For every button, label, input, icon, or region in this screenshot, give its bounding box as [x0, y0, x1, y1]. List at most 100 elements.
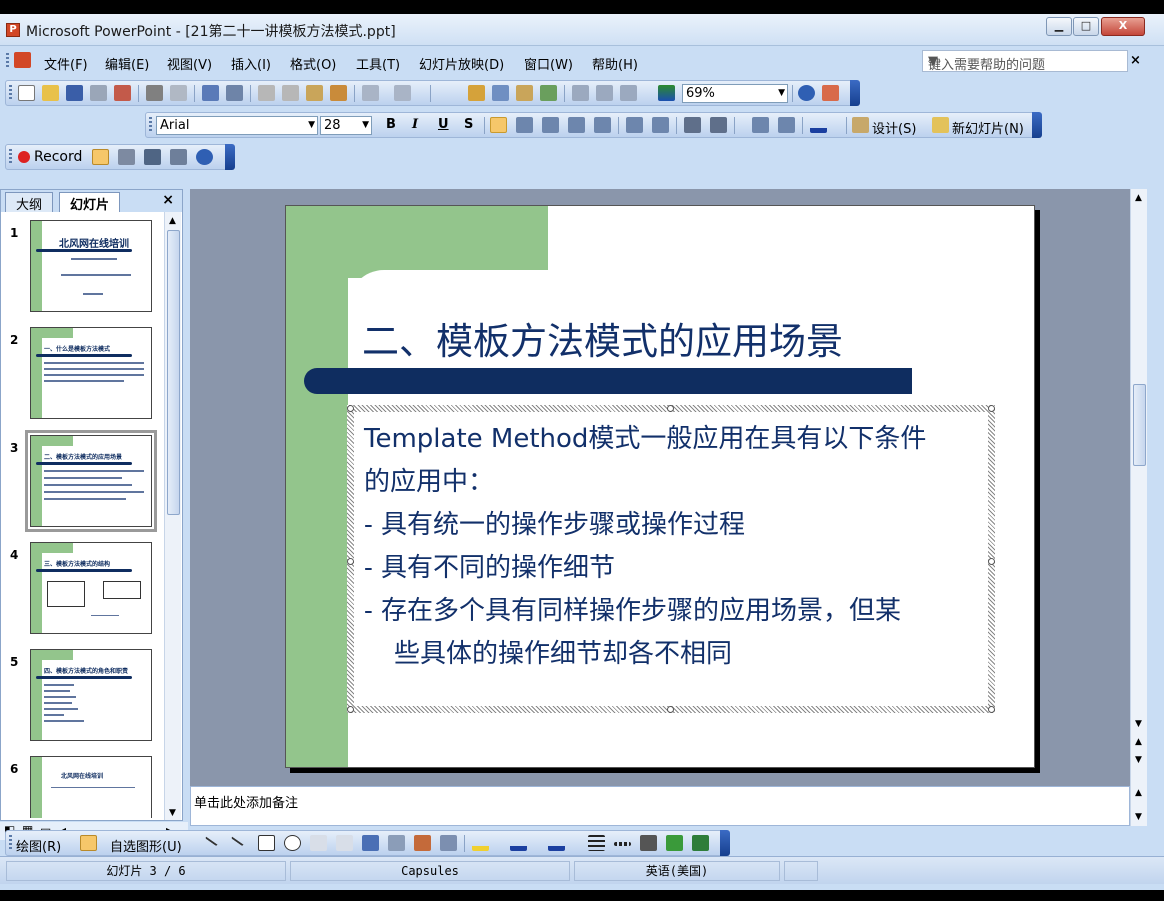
- minimize-button[interactable]: ▁: [1046, 17, 1072, 36]
- bullets-icon[interactable]: [652, 117, 669, 133]
- menu-edit[interactable]: 编辑(E): [105, 54, 149, 73]
- align-left-icon[interactable]: [490, 117, 507, 133]
- font-color-icon[interactable]: [548, 835, 565, 851]
- shadow-button[interactable]: S: [464, 117, 473, 132]
- resize-handle[interactable]: [347, 558, 354, 565]
- help-search-input[interactable]: 键入需要帮助的问题 ▼: [922, 50, 1128, 73]
- resize-handle[interactable]: [988, 558, 995, 565]
- text-box-icon[interactable]: [310, 835, 327, 851]
- rectangle-icon[interactable]: [258, 835, 275, 851]
- autoshapes-button[interactable]: 自选图形(U): [110, 836, 182, 855]
- slide-title[interactable]: 二、模板方法模式的应用场景: [362, 311, 843, 365]
- tables-borders-icon[interactable]: [516, 85, 533, 101]
- wordart-icon[interactable]: [362, 835, 379, 851]
- menu-file[interactable]: 文件(F): [44, 54, 88, 73]
- export-icon[interactable]: [170, 149, 187, 165]
- toolbar-grip[interactable]: [9, 149, 12, 165]
- scrollbar-thumb[interactable]: [1133, 384, 1146, 466]
- menu-tools[interactable]: 工具(T): [356, 54, 400, 73]
- slide-canvas[interactable]: 二、模板方法模式的应用场景 Template Method模式一般应用在具有以下…: [285, 205, 1035, 768]
- menu-insert[interactable]: 插入(I): [231, 54, 271, 73]
- show-grid-icon[interactable]: [620, 85, 637, 101]
- record-button[interactable]: Record: [34, 149, 82, 165]
- slide-body-textbox[interactable]: Template Method模式一般应用在具有以下条件 的应用中： - 具有统…: [347, 405, 995, 713]
- tab-outline[interactable]: 大纲: [5, 192, 54, 213]
- print-icon[interactable]: [146, 85, 163, 101]
- slide-thumbnail-3[interactable]: 二、模板方法模式的应用场景: [25, 430, 157, 532]
- open-icon[interactable]: [42, 85, 59, 101]
- menu-window[interactable]: 窗口(W): [524, 54, 573, 73]
- pen-icon[interactable]: [92, 149, 109, 165]
- notes-scrollbar[interactable]: ▲ ▼: [1130, 786, 1147, 826]
- color-grayscale-icon[interactable]: [658, 85, 675, 101]
- maximize-button[interactable]: □: [1073, 17, 1099, 36]
- resize-handle[interactable]: [347, 405, 354, 412]
- justify-icon[interactable]: [568, 117, 585, 133]
- scroll-down-icon[interactable]: ▼: [1135, 719, 1142, 729]
- slide-thumbnail-6[interactable]: 北风网在线培训: [30, 756, 152, 818]
- toolbar-options-icon[interactable]: [720, 830, 730, 856]
- toolbar-grip[interactable]: [9, 85, 12, 101]
- expand-all-icon[interactable]: [572, 85, 589, 101]
- slides-icon[interactable]: [144, 149, 161, 165]
- menu-format[interactable]: 格式(O): [290, 54, 336, 73]
- chevron-down-icon[interactable]: ▼: [308, 117, 315, 134]
- menu-view[interactable]: 视图(V): [167, 54, 212, 73]
- underline-button[interactable]: U: [438, 117, 449, 132]
- arrow-style-icon[interactable]: [640, 835, 657, 851]
- 3d-style-icon[interactable]: [692, 835, 709, 851]
- resize-handle[interactable]: [347, 706, 354, 713]
- close-document-button[interactable]: ×: [1130, 53, 1141, 68]
- format-painter-icon[interactable]: [330, 85, 347, 101]
- increase-indent-icon[interactable]: [778, 117, 795, 133]
- save-icon[interactable]: [66, 85, 83, 101]
- italic-button[interactable]: I: [412, 117, 418, 132]
- help-icon[interactable]: [798, 85, 815, 101]
- scrollbar-thumb[interactable]: [167, 230, 180, 515]
- slide-thumbnail-1[interactable]: 北风网在线培训: [30, 220, 152, 312]
- new-slide-button[interactable]: 新幻灯片(N): [952, 118, 1024, 137]
- clip-art-icon[interactable]: [414, 835, 431, 851]
- scroll-down-icon[interactable]: ▼: [1135, 812, 1142, 822]
- slide-body-text[interactable]: Template Method模式一般应用在具有以下条件 的应用中： - 具有统…: [364, 418, 984, 676]
- insert-chart-icon[interactable]: [468, 85, 485, 101]
- record-icon[interactable]: [18, 151, 30, 163]
- slide-thumbnail-4[interactable]: 三、模板方法模式的结构: [30, 542, 152, 634]
- research-icon[interactable]: [226, 85, 243, 101]
- print-preview-icon[interactable]: [170, 85, 187, 101]
- new-icon[interactable]: [18, 85, 35, 101]
- toolbar-grip[interactable]: [149, 117, 152, 133]
- spelling-icon[interactable]: [202, 85, 219, 101]
- shadow-style-icon[interactable]: [666, 835, 683, 851]
- resize-handle[interactable]: [988, 405, 995, 412]
- font-color-icon[interactable]: [810, 117, 827, 133]
- close-pane-button[interactable]: ×: [162, 192, 174, 208]
- scroll-up-icon[interactable]: ▲: [1135, 193, 1142, 203]
- slide-thumbnail-5[interactable]: 四、模板方法模式的角色和职责: [30, 649, 152, 741]
- font-size-select[interactable]: 28 ▼: [320, 116, 372, 135]
- new-slide-icon[interactable]: [932, 117, 949, 133]
- draw-menu-button[interactable]: 绘图(R): [16, 836, 61, 855]
- previous-slide-icon[interactable]: ▲: [1135, 737, 1142, 747]
- insert-table-icon[interactable]: [492, 85, 509, 101]
- align-center-icon[interactable]: [516, 117, 533, 133]
- close-window-button[interactable]: X: [1101, 17, 1145, 36]
- line-color-icon[interactable]: [510, 835, 527, 851]
- undo-icon[interactable]: [362, 85, 379, 101]
- vertical-text-box-icon[interactable]: [336, 835, 353, 851]
- slide-scrollbar[interactable]: ▲ ▼ ▲ ▼: [1130, 189, 1147, 786]
- cut-icon[interactable]: [258, 85, 275, 101]
- dash-style-icon[interactable]: [614, 842, 631, 846]
- menu-help[interactable]: 帮助(H): [592, 54, 638, 73]
- design-button[interactable]: 设计(S): [872, 118, 916, 137]
- speaker-icon[interactable]: [118, 149, 135, 165]
- align-right-icon[interactable]: [542, 117, 559, 133]
- oval-icon[interactable]: [284, 835, 301, 851]
- numbering-icon[interactable]: [626, 117, 643, 133]
- document-icon[interactable]: [14, 52, 31, 68]
- redo-icon[interactable]: [394, 85, 411, 101]
- bold-button[interactable]: B: [386, 117, 396, 132]
- line-style-icon[interactable]: [588, 835, 605, 851]
- zoom-select[interactable]: 69% ▼: [682, 84, 788, 103]
- decrease-font-size-icon[interactable]: [710, 117, 727, 133]
